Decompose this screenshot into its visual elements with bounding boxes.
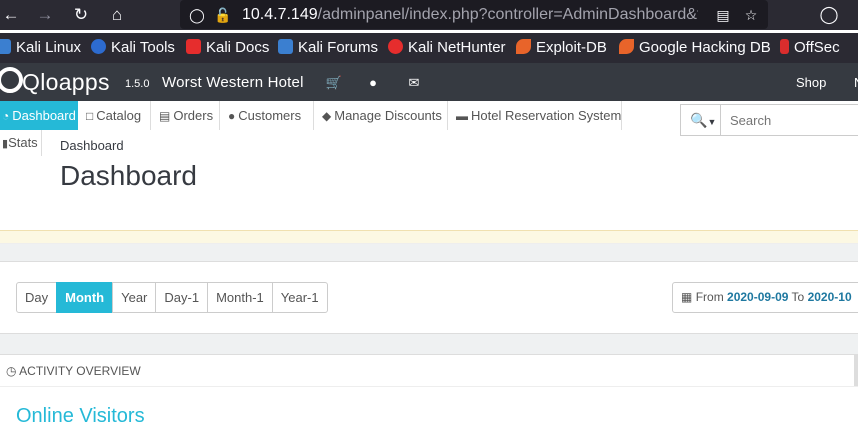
menu-item-catalog[interactable]: □ Catalog bbox=[78, 101, 151, 130]
bookmark-google-hacking-db[interactable]: Google Hacking DB bbox=[619, 39, 771, 59]
menu-item-dashboard[interactable]: ◔ Dashboard bbox=[0, 101, 78, 130]
app-header: Qloapps 1.5.0 Worst Western Hotel 🛒 ● ✉ … bbox=[0, 63, 858, 101]
hotel-name: Worst Western Hotel bbox=[162, 74, 304, 91]
tag-icon: ◆ bbox=[322, 109, 332, 123]
shop-link[interactable]: Shop bbox=[796, 75, 826, 90]
activity-overview-header: ◷ ACTIVITY OVERVIEW bbox=[0, 355, 858, 387]
date-from-label: From bbox=[695, 290, 724, 304]
bookmark-label: Exploit-DB bbox=[536, 39, 607, 56]
shield-icon[interactable]: ◯ bbox=[188, 6, 206, 24]
activity-overview-heading: ACTIVITY OVERVIEW bbox=[19, 364, 141, 378]
bookmark-label: Kali Forums bbox=[298, 39, 379, 56]
menu-item-stats[interactable]: ▮Stats bbox=[0, 130, 42, 156]
bookmark-label: Google Hacking DB bbox=[639, 39, 771, 56]
kali-nethunter-icon bbox=[388, 39, 403, 54]
notice-strip bbox=[0, 230, 858, 244]
menu-item-label: Orders bbox=[173, 108, 214, 123]
version-label: 1.5.0 bbox=[125, 78, 150, 90]
header-link-cut[interactable]: N bbox=[854, 75, 858, 90]
page-title: Dashboard bbox=[60, 160, 197, 191]
menu-item-label: Hotel Reservation System bbox=[471, 108, 622, 123]
envelope-icon[interactable]: ✉ bbox=[405, 74, 423, 92]
exploit-db-icon bbox=[516, 39, 531, 54]
bookmark-label: OffSec bbox=[794, 39, 840, 56]
period-day-button[interactable]: Day bbox=[16, 282, 58, 313]
date-range-picker[interactable]: ▦ From 2020-09-09 To 2020-10 bbox=[672, 282, 858, 313]
panel-edge bbox=[854, 354, 858, 386]
search-dropdown-button[interactable]: 🔍▼ bbox=[681, 105, 721, 135]
period-month-1-button[interactable]: Month-1 bbox=[207, 282, 273, 313]
dashboard-icon: ◔ bbox=[2, 109, 10, 123]
bookmarks-bar: Kali Linux Kali Tools Kali Docs Kali For… bbox=[0, 33, 858, 63]
period-panel: Day Month Year Day-1 Month-1 Year-1 ▦ Fr… bbox=[0, 262, 858, 334]
calendar-icon: ▦ bbox=[681, 290, 693, 304]
home-icon[interactable]: ⌂ bbox=[106, 4, 128, 26]
kali-docs-icon bbox=[186, 39, 201, 54]
logo-text[interactable]: Qloapps bbox=[22, 69, 110, 96]
search-box: 🔍▼ bbox=[680, 104, 858, 136]
period-month-button[interactable]: Month bbox=[56, 282, 114, 313]
date-to-value: 2020-10 bbox=[807, 290, 852, 304]
menu-item-label: Catalog bbox=[96, 108, 142, 123]
bookmark-kali-tools[interactable]: Kali Tools bbox=[91, 39, 175, 59]
bookmark-exploit-db[interactable]: Exploit-DB bbox=[516, 39, 607, 59]
lock-insecure-icon[interactable]: 🔓 bbox=[214, 6, 232, 24]
qloapps-logo-icon[interactable] bbox=[0, 67, 23, 93]
content-background bbox=[0, 244, 858, 262]
period-button-group: Day Month Year Day-1 Month-1 Year-1 bbox=[16, 282, 328, 313]
url-host: 10.4.7.149 bbox=[242, 6, 318, 23]
star-icon[interactable]: ☆ bbox=[742, 6, 760, 24]
forward-icon[interactable]: → bbox=[34, 4, 56, 26]
kali-linux-icon bbox=[0, 39, 11, 54]
menu-item-hotel-reservation[interactable]: ▬ Hotel Reservation System bbox=[448, 101, 622, 130]
clock-icon: ◷ bbox=[6, 364, 17, 378]
bookmark-label: Kali Linux bbox=[16, 39, 82, 56]
main-menu: ◔ Dashboard □ Catalog ▤ Orders ● Customers ◆… bbox=[0, 101, 622, 130]
bookmark-kali-linux[interactable]: Kali Linux bbox=[0, 39, 81, 59]
credit-card-icon: ▤ bbox=[159, 109, 171, 123]
kali-forums-icon bbox=[278, 39, 293, 54]
search-icon: 🔍 bbox=[690, 112, 708, 128]
url-bar[interactable]: ◯ 🔓 10.4.7.149/adminpanel/index.php?cont… bbox=[180, 0, 768, 29]
menu-item-orders[interactable]: ▤ Orders bbox=[151, 101, 220, 130]
kali-tools-icon bbox=[91, 39, 106, 54]
bed-icon: ▬ bbox=[456, 109, 468, 123]
reload-icon[interactable]: ↻ bbox=[70, 4, 92, 26]
period-year-1-button[interactable]: Year-1 bbox=[271, 282, 328, 313]
content-background bbox=[0, 334, 858, 354]
activity-overview-panel: ◷ ACTIVITY OVERVIEW Online Visitors bbox=[0, 354, 858, 427]
offsec-icon bbox=[780, 39, 789, 54]
bookmark-kali-forums[interactable]: Kali Forums bbox=[278, 39, 378, 59]
menu-item-label: Dashboard bbox=[12, 108, 76, 123]
bookmark-kali-docs[interactable]: Kali Docs bbox=[186, 39, 269, 59]
menu-item-label: Stats bbox=[8, 135, 38, 150]
menu-item-label: Customers bbox=[238, 108, 302, 123]
reader-view-icon[interactable]: ▤ bbox=[714, 6, 732, 24]
bookmark-label: Kali Docs bbox=[206, 39, 270, 56]
cart-icon[interactable]: 🛒 bbox=[325, 74, 343, 92]
browser-toolbar: ← → ↻ ⌂ ◯ 🔓 10.4.7.149/adminpanel/index.… bbox=[0, 0, 858, 30]
caret-down-icon: ▼ bbox=[707, 117, 717, 127]
back-icon[interactable]: ← bbox=[0, 4, 22, 26]
url-text[interactable]: 10.4.7.149/adminpanel/index.php?controll… bbox=[242, 6, 698, 24]
date-to-label: To bbox=[791, 290, 805, 304]
book-icon: □ bbox=[86, 109, 94, 123]
bookmark-label: Kali NetHunter bbox=[408, 39, 506, 56]
bookmark-offsec[interactable]: OffSec bbox=[780, 39, 840, 59]
period-year-button[interactable]: Year bbox=[112, 282, 157, 313]
menu-item-customers[interactable]: ● Customers bbox=[220, 101, 314, 130]
bookmark-label: Kali Tools bbox=[111, 39, 175, 56]
menu-item-label: Manage Discounts bbox=[334, 108, 442, 123]
users-icon: ● bbox=[228, 109, 236, 123]
breadcrumb[interactable]: Dashboard bbox=[60, 138, 124, 153]
pocket-icon[interactable]: ◯ bbox=[818, 4, 840, 26]
user-icon[interactable]: ● bbox=[364, 74, 382, 92]
menu-item-manage-discounts[interactable]: ◆ Manage Discounts bbox=[314, 101, 448, 130]
search-input[interactable] bbox=[722, 105, 858, 135]
period-day-1-button[interactable]: Day-1 bbox=[155, 282, 209, 313]
google-hacking-db-icon bbox=[619, 39, 634, 54]
date-from-value: 2020-09-09 bbox=[727, 290, 789, 304]
url-path: /adminpanel/index.php?controller=AdminDa… bbox=[317, 6, 698, 23]
bookmark-kali-nethunter[interactable]: Kali NetHunter bbox=[388, 39, 506, 59]
